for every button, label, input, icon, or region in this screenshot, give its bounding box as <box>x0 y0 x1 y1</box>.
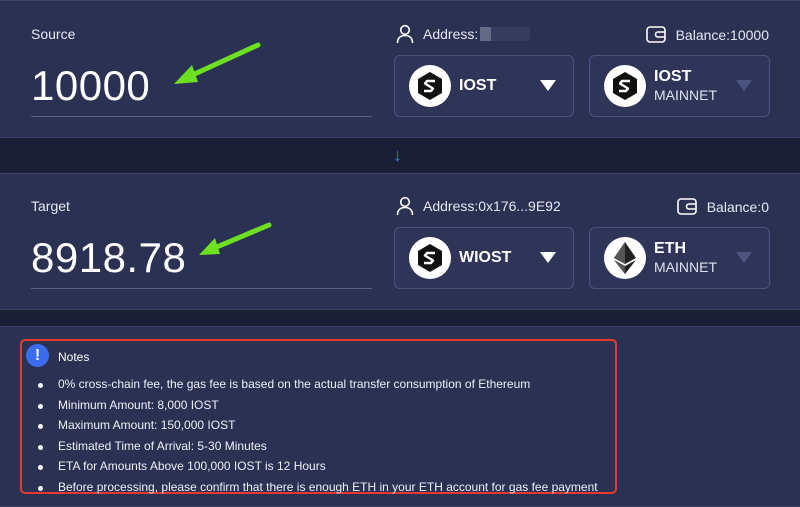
chevron-down-icon <box>540 80 556 91</box>
wallet-icon <box>676 198 697 215</box>
source-token-name: IOST <box>459 77 497 94</box>
source-address: Address: <box>395 24 531 44</box>
source-amount-underline <box>31 116 372 117</box>
notes-item: Minimum Amount: 8,000 IOST <box>34 395 598 416</box>
source-balance: Balance:10000 <box>645 26 769 43</box>
target-network-name: ETH <box>654 240 686 257</box>
source-network-select[interactable]: IOST MAINNET <box>589 55 770 117</box>
user-icon <box>396 196 414 216</box>
target-network-sub: MAINNET <box>654 259 717 275</box>
target-label: Target <box>31 198 70 214</box>
info-alert-icon: ! <box>26 344 49 367</box>
source-balance-text: Balance:10000 <box>675 26 769 43</box>
user-icon <box>396 24 414 44</box>
eth-logo-icon <box>604 237 646 279</box>
annotation-arrow-icon <box>199 222 272 255</box>
chevron-down-icon <box>540 252 556 263</box>
chevron-down-icon <box>736 252 752 263</box>
notes-highlight-box: ! Notes 0% cross-chain fee, the gas fee … <box>20 339 617 494</box>
target-amount-output: 8918.78 <box>31 234 187 281</box>
target-balance-text: Balance:0 <box>706 198 769 215</box>
notes-item: Maximum Amount: 150,000 IOST <box>34 415 598 436</box>
notes-item: 0% cross-chain fee, the gas fee is based… <box>34 374 598 395</box>
iost-logo-icon <box>409 65 451 107</box>
target-network-label: ETH MAINNET <box>654 240 717 276</box>
target-token-select[interactable]: WIOST <box>394 227 574 289</box>
target-amount-underline <box>31 288 372 289</box>
target-address-text: Address:0x176...9E92 <box>423 198 561 214</box>
notes-item: Estimated Time of Arrival: 5-30 Minutes <box>34 436 598 457</box>
source-network-name: IOST <box>654 68 692 85</box>
iost-logo-icon <box>409 237 451 279</box>
target-token-name: WIOST <box>459 249 512 266</box>
source-label: Source <box>31 26 76 42</box>
iost-logo-icon <box>604 65 646 107</box>
target-address: Address:0x176...9E92 <box>395 196 561 216</box>
notes-item: Before processing, please confirm that t… <box>34 477 598 498</box>
target-panel: Target 8918.78 Address:0x176...9E92 Bala… <box>0 173 800 310</box>
target-network-select[interactable]: ETH MAINNET <box>589 227 770 289</box>
source-token-select[interactable]: IOST <box>394 55 574 117</box>
notes-item: ETA for Amounts Above 100,000 IOST is 12… <box>34 456 598 477</box>
source-panel: Source 10000 Address: Balance:10000 IOST <box>0 0 800 138</box>
swap-direction-arrow-icon[interactable]: ↓ <box>393 145 402 166</box>
notes-title: Notes <box>58 350 90 364</box>
source-network-sub: MAINNET <box>654 87 717 103</box>
annotation-arrow-icon <box>174 42 261 84</box>
chevron-down-icon <box>736 80 752 91</box>
wallet-icon <box>645 26 666 43</box>
notes-list: 0% cross-chain fee, the gas fee is based… <box>34 374 598 498</box>
source-address-label: Address: <box>423 26 479 42</box>
target-balance: Balance:0 <box>676 198 769 215</box>
redacted-address <box>480 27 531 41</box>
notes-panel: ! Notes 0% cross-chain fee, the gas fee … <box>0 326 800 507</box>
source-amount-input[interactable]: 10000 <box>31 62 150 110</box>
source-network-label: IOST MAINNET <box>654 68 717 104</box>
